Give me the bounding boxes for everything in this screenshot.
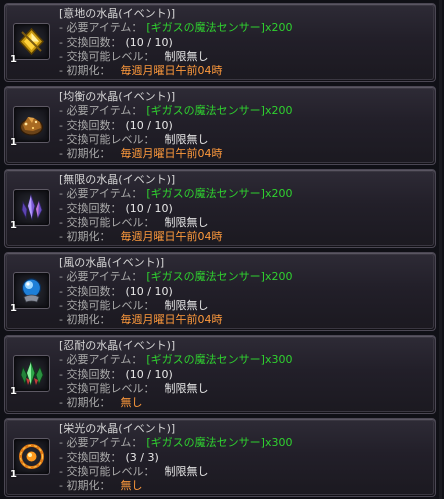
purple-crystal-cluster-icon — [21, 193, 43, 221]
required-item-qty: x200 — [264, 104, 293, 118]
reset-value: 無し — [120, 396, 143, 410]
exchange-count-label: - 交換回数： — [59, 367, 122, 381]
brown-ore-crystal-icon — [19, 117, 44, 136]
item-slot[interactable] — [13, 438, 50, 475]
exchange-count-value: (10 / 10) — [125, 118, 173, 132]
exchange-item-row[interactable]: 1 [栄光の水晶(イベント)] - 必要アイテム： [ギガスの魔法センサー]x30… — [4, 418, 436, 497]
required-item-name: [ギガスの魔法センサー] — [146, 270, 265, 284]
level-value: 制限無し — [164, 215, 209, 229]
reset-label: - 初期化： — [59, 147, 111, 161]
item-slot[interactable] — [13, 106, 50, 143]
required-item-qty: x200 — [264, 187, 293, 201]
item-name: [均衡の水晶(イベント)] — [59, 90, 176, 103]
reset-value: 毎週月曜日午前04時 — [120, 64, 223, 78]
exchange-item-row[interactable]: 1 [均衡の水晶(イベント)] - 必要アイテム： [ギガスの魔法センサー]x20… — [4, 86, 436, 165]
exchange-count-label: - 交換回数： — [59, 201, 122, 215]
green-crystal-cluster-icon — [20, 360, 44, 387]
exchange-item-row[interactable]: 1 [意地の水晶(イベント)] - 必要アイテム： [ギガスの魔法センサー]x20… — [4, 3, 436, 82]
item-slot[interactable] — [13, 189, 50, 226]
exchange-count-value: (3 / 3) — [125, 450, 159, 464]
reset-label: - 初期化： — [59, 479, 111, 493]
reset-label: - 初期化： — [59, 64, 111, 78]
reset-label: - 初期化： — [59, 313, 111, 327]
exchange-count-label: - 交換回数： — [59, 118, 122, 132]
item-name: [忍耐の水晶(イベント)] — [59, 339, 176, 352]
required-item-label: - 必要アイテム： — [59, 270, 143, 284]
exchange-item-row[interactable]: 1 [無限の水晶(イベント)] - 必要アイテム： [ギガスの魔法センサー]x20… — [4, 169, 436, 248]
reset-value: 毎週月曜日午前04時 — [120, 230, 223, 244]
level-value: 制限無し — [164, 381, 209, 395]
item-slot[interactable] — [13, 355, 50, 392]
blue-orb-crystal-icon — [21, 278, 42, 303]
reset-value: 無し — [120, 479, 143, 493]
exchange-list-panel: 1 [意地の水晶(イベント)] - 必要アイテム： [ギガスの魔法センサー]x20… — [0, 0, 444, 499]
item-quantity: 1 — [10, 386, 17, 397]
orange-ring-crystal-icon — [19, 444, 44, 469]
item-name: [風の水晶(イベント)] — [59, 256, 165, 269]
required-item-label: - 必要アイテム： — [59, 187, 143, 201]
item-quantity: 1 — [10, 137, 17, 148]
required-item-name: [ギガスの魔法センサー] — [146, 104, 265, 118]
required-item-name: [ギガスの魔法センサー] — [146, 21, 265, 35]
exchange-count-label: - 交換回数： — [59, 450, 122, 464]
exchange-count-label: - 交換回数： — [59, 35, 122, 49]
required-item-name: [ギガスの魔法センサー] — [146, 187, 265, 201]
level-value: 制限無し — [164, 464, 209, 478]
item-name: [栄光の水晶(イベント)] — [59, 422, 176, 435]
item-slot[interactable] — [13, 272, 50, 309]
required-item-qty: x200 — [264, 21, 293, 35]
required-item-label: - 必要アイテム： — [59, 353, 143, 367]
required-item-qty: x300 — [264, 353, 293, 367]
level-label: - 交換可能レベル： — [59, 215, 155, 229]
level-label: - 交換可能レベル： — [59, 49, 155, 63]
level-value: 制限無し — [164, 132, 209, 146]
item-name: [意地の水晶(イベント)] — [59, 7, 176, 20]
level-label: - 交換可能レベル： — [59, 381, 155, 395]
item-slot[interactable] — [13, 23, 50, 60]
reset-value: 毎週月曜日午前04時 — [120, 313, 223, 327]
item-quantity: 1 — [10, 469, 17, 480]
exchange-count-label: - 交換回数： — [59, 284, 122, 298]
required-item-name: [ギガスの魔法センサー] — [146, 436, 265, 450]
item-quantity: 1 — [10, 220, 17, 231]
level-value: 制限無し — [164, 49, 209, 63]
level-label: - 交換可能レベル： — [59, 298, 155, 312]
required-item-label: - 必要アイテム： — [59, 104, 143, 118]
required-item-label: - 必要アイテム： — [59, 436, 143, 450]
item-name: [無限の水晶(イベント)] — [59, 173, 176, 186]
exchange-item-row[interactable]: 1 [風の水晶(イベント)] - 必要アイテム： [ギガスの魔法センサー]x200… — [4, 252, 436, 331]
level-value: 制限無し — [164, 298, 209, 312]
exchange-count-value: (10 / 10) — [125, 367, 173, 381]
level-label: - 交換可能レベル： — [59, 132, 155, 146]
exchange-count-value: (10 / 10) — [125, 35, 173, 49]
scrollbar[interactable] — [439, 0, 442, 499]
item-quantity: 1 — [10, 303, 17, 314]
item-quantity: 1 — [10, 54, 17, 65]
required-item-qty: x300 — [264, 436, 293, 450]
reset-label: - 初期化： — [59, 396, 111, 410]
required-item-qty: x200 — [264, 270, 293, 284]
exchange-count-value: (10 / 10) — [125, 201, 173, 215]
yellow-diamond-crystal-icon — [18, 27, 45, 56]
required-item-label: - 必要アイテム： — [59, 21, 143, 35]
reset-value: 毎週月曜日午前04時 — [120, 147, 223, 161]
required-item-name: [ギガスの魔法センサー] — [146, 353, 265, 367]
level-label: - 交換可能レベル： — [59, 464, 155, 478]
exchange-item-row[interactable]: 1 [忍耐の水晶(イベント)] - 必要アイテム： [ギガスの魔法センサー]x30… — [4, 335, 436, 414]
reset-label: - 初期化： — [59, 230, 111, 244]
exchange-count-value: (10 / 10) — [125, 284, 173, 298]
